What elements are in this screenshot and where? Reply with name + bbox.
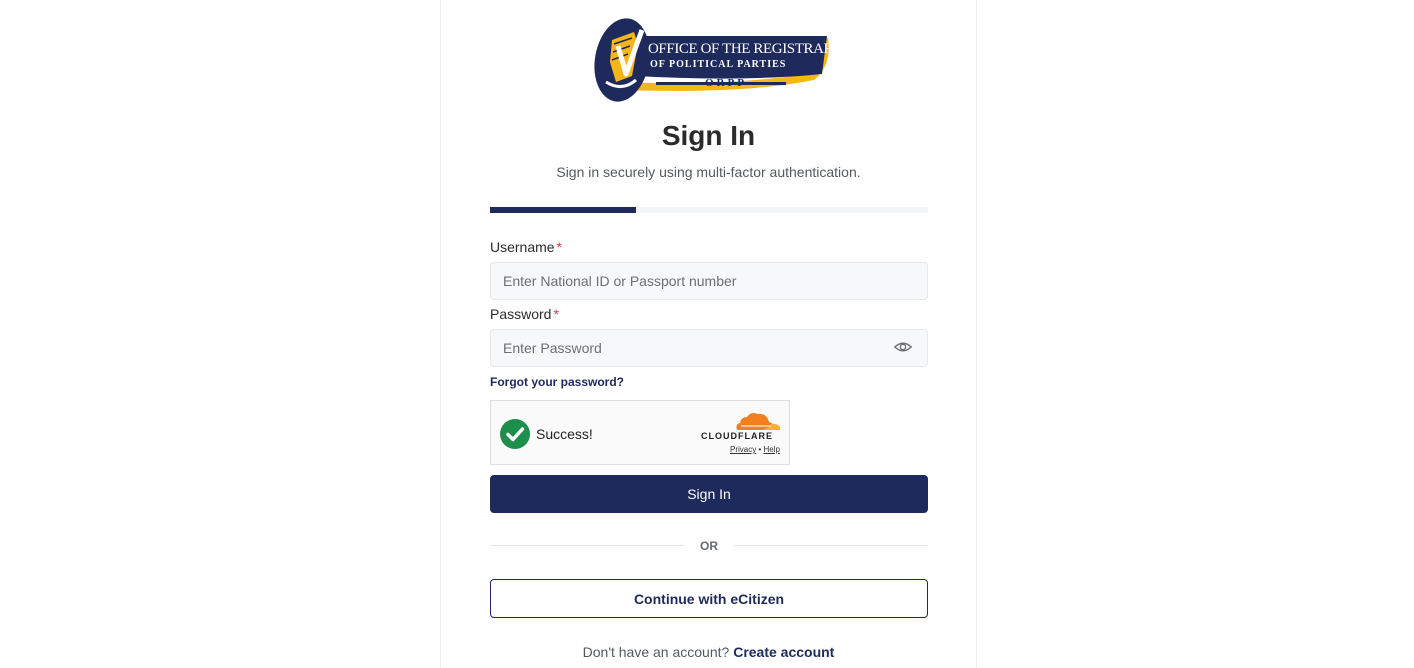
create-account-link[interactable]: Create account bbox=[733, 644, 834, 660]
step-progress-bar bbox=[490, 207, 928, 213]
link-separator: • bbox=[758, 445, 762, 454]
required-mark: * bbox=[553, 306, 559, 322]
or-divider-text: OR bbox=[700, 539, 718, 553]
show-password-eye-icon[interactable] bbox=[893, 338, 913, 356]
divider-left bbox=[490, 545, 684, 546]
help-link[interactable]: Help bbox=[764, 445, 780, 454]
username-label-text: Username bbox=[490, 239, 555, 255]
logo-line3: ORPP bbox=[705, 77, 747, 89]
step-progress-fill bbox=[490, 207, 636, 213]
password-label: Password * bbox=[490, 306, 559, 322]
page-subtitle: Sign in securely using multi-factor auth… bbox=[556, 164, 861, 180]
success-check-icon bbox=[500, 419, 530, 449]
username-label: Username * bbox=[490, 239, 562, 255]
username-input[interactable] bbox=[490, 262, 928, 300]
sign-in-button[interactable]: Sign In bbox=[490, 475, 928, 513]
logo-line1: OFFICE OF THE REGISTRAR bbox=[648, 41, 834, 57]
orpp-logo: OFFICE OF THE REGISTRAR OF POLITICAL PAR… bbox=[594, 16, 834, 104]
cloudflare-logo: CLOUDFLARE Privacy • Help bbox=[701, 411, 786, 455]
continue-with-ecitizen-button[interactable]: Continue with eCitizen bbox=[490, 579, 928, 618]
cloudflare-wordmark: CLOUDFLARE bbox=[701, 431, 773, 441]
signup-prompt: Don't have an account? Create account bbox=[440, 644, 977, 660]
signup-prompt-text: Don't have an account? bbox=[582, 644, 730, 660]
cloudflare-turnstile-widget[interactable]: Success! CLOUDFLARE Privacy • Help bbox=[490, 400, 790, 465]
cloudflare-links: Privacy • Help bbox=[730, 445, 780, 454]
password-input[interactable] bbox=[490, 329, 928, 367]
captcha-status: Success! bbox=[536, 426, 593, 442]
required-mark: * bbox=[556, 239, 563, 255]
logo-line2: OF POLITICAL PARTIES bbox=[650, 59, 787, 70]
privacy-link[interactable]: Privacy bbox=[730, 445, 756, 454]
password-label-text: Password bbox=[490, 306, 552, 322]
cloudflare-cloud-icon bbox=[736, 413, 781, 430]
forgot-password-link[interactable]: Forgot your password? bbox=[490, 375, 624, 389]
divider-right bbox=[734, 545, 928, 546]
page-title: Sign In bbox=[661, 120, 756, 151]
